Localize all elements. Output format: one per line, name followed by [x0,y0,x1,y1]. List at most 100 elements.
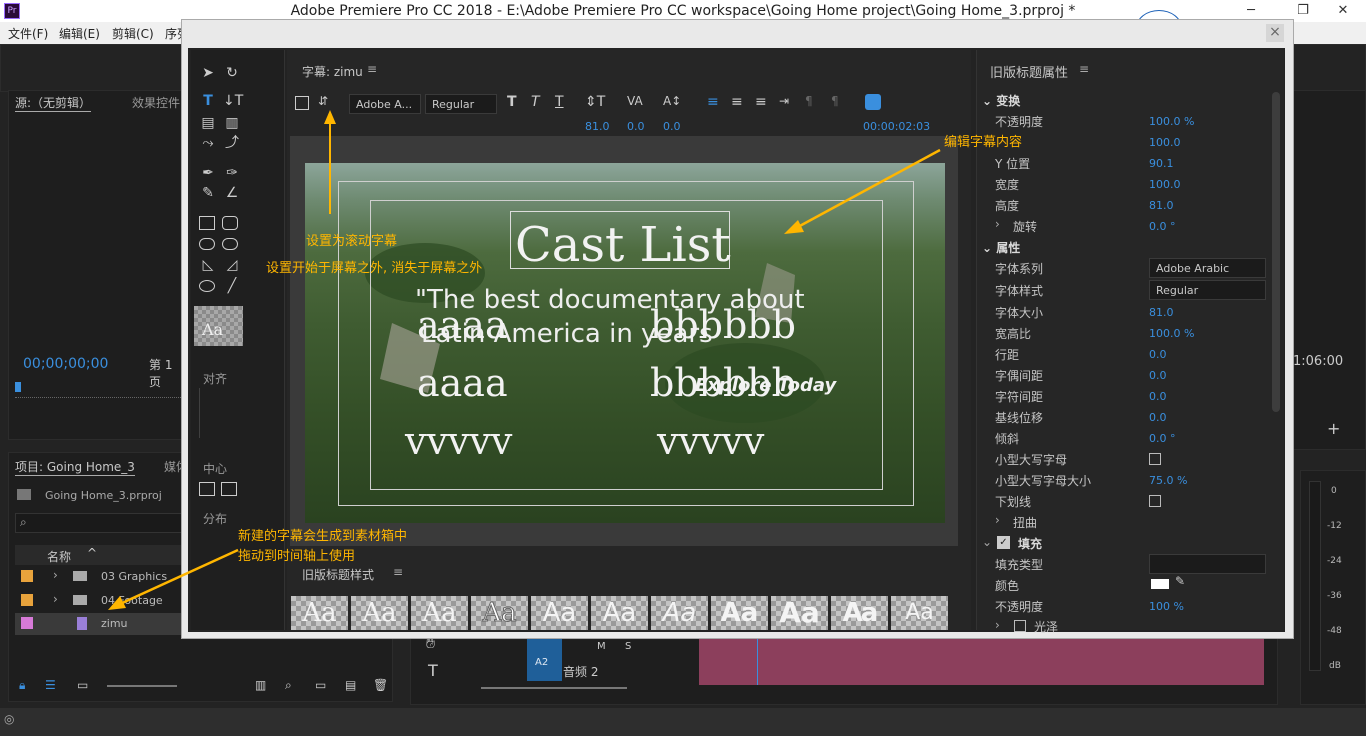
program-timecode[interactable]: 1:06:00 [1293,354,1343,369]
type-tool-icon[interactable]: T [428,661,438,680]
icon-view-icon[interactable]: ▭ [77,678,88,692]
center-vertical-icon[interactable] [221,482,237,496]
ellipse-tool-icon[interactable] [199,280,215,292]
underline-icon[interactable]: T [555,94,564,110]
leading-value[interactable]: 0.0 [1149,348,1167,361]
style-swatch[interactable]: Aa [351,596,408,630]
vertical-path-type-tool-icon[interactable]: ⤴ [223,136,241,150]
attributes-section[interactable]: ⌄ 属性 [982,239,1020,256]
align-buttons[interactable] [199,388,239,438]
timeline-playhead[interactable] [757,635,758,685]
chevron-right-icon[interactable]: › [995,618,1000,632]
list-view-icon[interactable]: ☰ [45,678,56,692]
bin-icon[interactable]: ▥ [255,678,266,692]
style-swatch[interactable]: Aa [771,596,828,630]
style-swatch[interactable]: Aa [711,596,768,630]
props-scrollbar[interactable] [1272,92,1280,412]
project-search-input[interactable]: ⌕ [15,513,185,533]
dialog-close-button[interactable]: × [1266,24,1284,42]
rotate-value[interactable]: 0.0 ° [1149,220,1176,233]
new-item-icon[interactable]: ▤ [345,678,356,692]
tracking-value[interactable]: 0.0 [1149,390,1167,403]
close-window-button[interactable]: ✕ [1320,0,1366,22]
add-anchor-tool-icon[interactable]: ✎ [199,186,217,200]
rounded-rectangle-tool-icon[interactable] [222,216,238,230]
y-position-value[interactable]: 90.1 [1149,157,1174,170]
cast-list-text[interactable]: Cast List [515,217,731,273]
pen-tool-icon[interactable]: ✒ [199,166,217,180]
tab-effect-controls[interactable]: 效果控件 [132,94,180,111]
chevron-right-icon[interactable]: › [53,568,58,582]
new-title-icon[interactable] [295,96,309,110]
aaaa-text[interactable]: aaaa [417,361,508,405]
style-swatch[interactable]: Aa [411,596,468,630]
area-type-tool-icon[interactable]: ▤ [199,116,217,130]
fill-opacity-value[interactable]: 100 % [1149,600,1184,613]
chevron-right-icon[interactable]: › [995,217,1000,231]
kerning-value[interactable]: 0.0 [1149,369,1167,382]
style-swatch[interactable]: Aa [471,596,528,630]
menu-clip[interactable]: 剪辑(C) [112,25,154,42]
show-video-icon[interactable] [865,94,881,110]
underline-checkbox[interactable] [1149,495,1161,507]
rotation-tool-icon[interactable]: ↻ [223,66,241,80]
font-size-icon[interactable]: ⇕T [585,94,605,110]
style-swatch[interactable]: Aa [291,596,348,630]
selection-tool-icon[interactable]: ➤ [199,66,217,80]
menu-edit[interactable]: 编辑(E) [59,25,100,42]
style-swatch[interactable]: Aa [891,596,948,630]
kerning-value[interactable]: 0.0 [627,120,645,133]
vertical-type-tool-icon[interactable]: ↓T [223,94,243,108]
opacity-value[interactable]: 100.0 % [1149,115,1194,128]
clipped-corner-tool-icon[interactable] [199,238,215,250]
leading-value[interactable]: 0.0 [663,120,681,133]
convert-anchor-tool-icon[interactable]: ∠ [223,186,241,200]
vertical-area-type-tool-icon[interactable]: ▥ [223,116,241,130]
label-color-swatch[interactable] [21,570,33,582]
audio-clip[interactable] [699,635,1264,685]
line-tool-icon[interactable]: ╱ [223,279,241,293]
solo-button[interactable]: S [625,641,631,652]
tab-stops-icon[interactable]: ⇥ [779,94,789,108]
mute-button[interactable]: M [597,641,606,652]
align-left-icon[interactable]: ≡ [707,94,719,110]
source-ruler[interactable] [15,384,185,398]
explore-today-text[interactable]: Explore Today [695,375,836,396]
roll-crawl-options-icon[interactable]: ⇵ [318,94,328,108]
panel-menu-icon[interactable]: ≡ [367,62,377,76]
arc-tool-icon[interactable]: ◿ [223,258,241,272]
font-size-value[interactable]: 81.0 [585,120,610,133]
height-value[interactable]: 81.0 [1149,199,1174,212]
chevron-right-icon[interactable]: › [53,592,58,606]
playhead[interactable] [15,382,21,392]
width-value[interactable]: 100.0 [1149,178,1181,191]
font-family-select[interactable]: Adobe A... [349,94,421,114]
add-button[interactable]: + [1327,419,1340,438]
props-menu-icon[interactable]: ≡ [1079,62,1089,76]
rounded-corner-tool-icon[interactable] [222,238,238,250]
rectangle-tool-icon[interactable] [199,216,215,230]
zoom-slider[interactable] [107,685,177,687]
delete-anchor-tool-icon[interactable]: ✑ [223,166,241,180]
center-horizontal-icon[interactable] [199,482,215,496]
column-header[interactable]: 名称 ^ [15,545,185,565]
font-size-value[interactable]: 81.0 [1149,306,1174,319]
bbb-text[interactable]: bbbbbb [650,303,796,347]
video-timecode[interactable]: 00:00:02:03 [863,120,930,133]
font-style-select[interactable]: Regular [425,94,497,114]
chevron-right-icon[interactable]: › [995,513,1000,527]
video-preview[interactable]: Cast List "The best documentary about La… [305,163,945,523]
list-item[interactable]: › 04 Footage [15,591,185,613]
aaaa-text[interactable]: aaaa [417,303,508,347]
align-right-icon[interactable]: ≡ [755,94,767,110]
source-timecode[interactable]: 00;00;00;00 [23,356,108,372]
transform-section[interactable]: ⌄ 变换 [982,92,1020,109]
style-swatch[interactable]: Aa [591,596,648,630]
eyedropper-icon[interactable]: ✎ [1175,574,1185,588]
style-swatch[interactable]: Aa [531,596,588,630]
style-swatch[interactable]: Aa [831,596,888,630]
small-caps-checkbox[interactable] [1149,453,1161,465]
font-family-dropdown[interactable]: Adobe Arabic [1149,258,1266,278]
x-position-value[interactable]: 100.0 [1149,136,1181,149]
bold-icon[interactable]: T [507,94,517,110]
